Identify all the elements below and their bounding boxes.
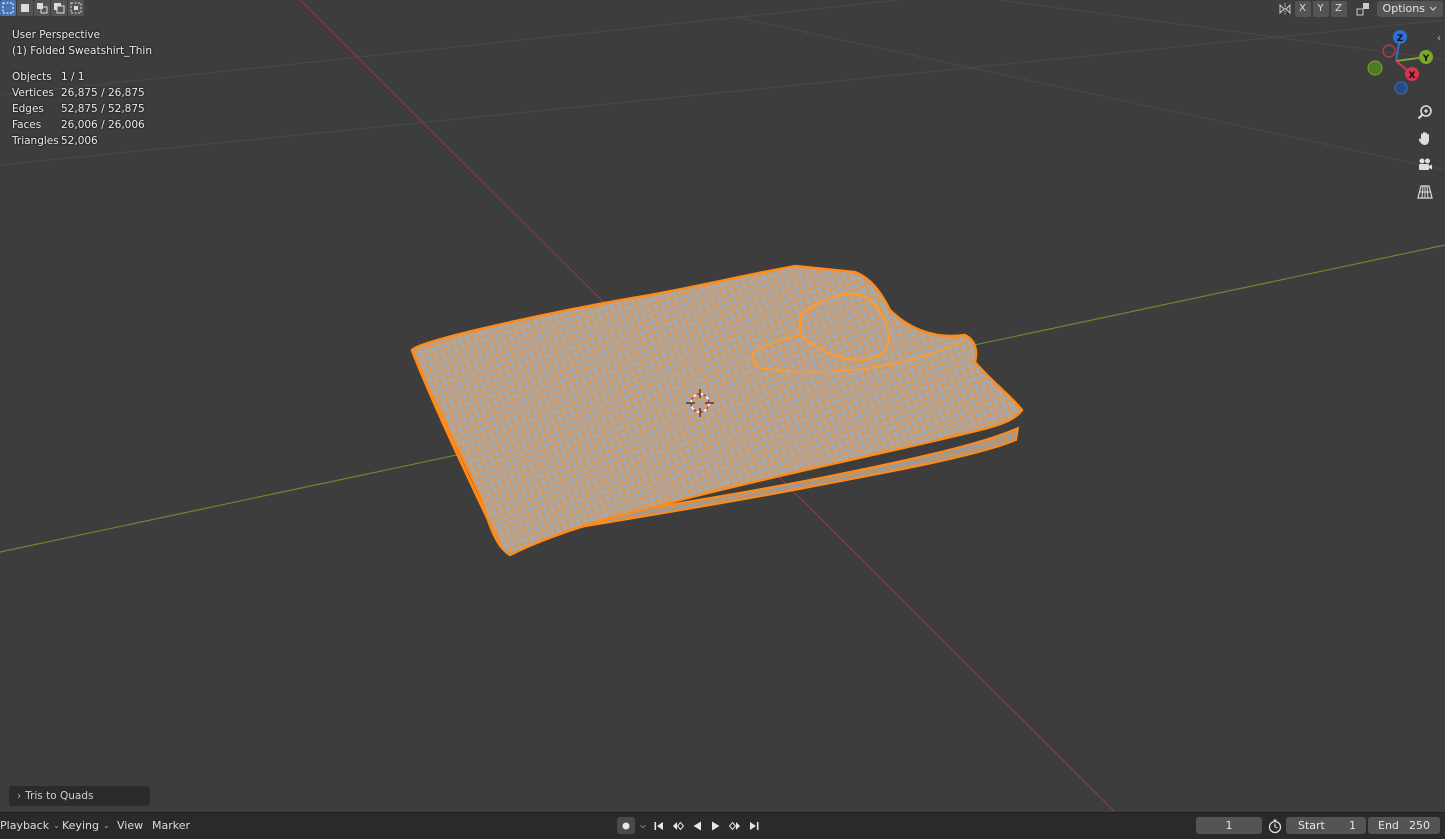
select-subtract-icon[interactable] bbox=[51, 0, 67, 16]
marker-menu[interactable]: Marker bbox=[152, 819, 190, 832]
stat-row-faces: Faces 26,006 / 26,006 bbox=[12, 119, 145, 131]
mirror-y-toggle[interactable]: Y bbox=[1312, 0, 1329, 17]
chevron-down-icon: ⌄ bbox=[53, 821, 60, 830]
options-label: Options bbox=[1382, 2, 1425, 15]
mirror-z-toggle[interactable]: Z bbox=[1330, 0, 1347, 17]
select-extend-icon[interactable] bbox=[34, 0, 50, 16]
stopwatch-icon[interactable] bbox=[1267, 818, 1283, 834]
floor-grid bbox=[0, 0, 1445, 171]
start-frame-field[interactable]: Start 1 bbox=[1286, 817, 1366, 834]
jump-to-start-icon[interactable] bbox=[651, 817, 667, 834]
pan-hand-icon[interactable] bbox=[1414, 127, 1436, 149]
scene-canvas[interactable] bbox=[0, 0, 1445, 812]
select-mode-toolbar bbox=[0, 0, 84, 17]
chevron-down-icon[interactable] bbox=[638, 817, 648, 834]
gizmo-neg-y bbox=[1367, 60, 1383, 76]
keying-menu[interactable]: Keying ⌄ bbox=[62, 819, 110, 832]
gizmo-x-label: X bbox=[1409, 71, 1416, 81]
auto-merge-icon[interactable] bbox=[1355, 1, 1371, 17]
stat-row-objects: Objects 1 / 1 bbox=[12, 71, 85, 83]
view-menu[interactable]: View bbox=[117, 819, 143, 832]
navigation-gizmo[interactable]: X Y Z bbox=[1360, 28, 1440, 98]
jump-to-end-icon[interactable] bbox=[746, 817, 762, 834]
chevron-down-icon bbox=[1429, 6, 1437, 11]
last-operator-panel[interactable]: › Tris to Quads bbox=[9, 786, 150, 806]
playback-controls bbox=[617, 817, 762, 834]
viewport-header-right: X Y Z Options bbox=[1277, 0, 1445, 17]
timeline-header: Playback ⌄ Keying ⌄ View Marker 1 Start … bbox=[0, 812, 1445, 839]
mirror-icon[interactable] bbox=[1277, 1, 1293, 17]
select-box-icon[interactable] bbox=[0, 0, 16, 16]
gizmo-y-label: Y bbox=[1422, 54, 1430, 64]
stat-row-vertices: Vertices 26,875 / 26,875 bbox=[12, 87, 145, 99]
previous-keyframe-icon[interactable] bbox=[670, 817, 686, 834]
view-name: User Perspective bbox=[12, 29, 101, 41]
next-keyframe-icon[interactable] bbox=[727, 817, 743, 834]
chevron-right-icon: › bbox=[17, 790, 22, 802]
perspective-grid-icon[interactable] bbox=[1414, 181, 1436, 203]
camera-view-icon[interactable] bbox=[1414, 154, 1436, 176]
gizmo-z-label: Z bbox=[1397, 34, 1404, 44]
end-frame-field[interactable]: End 250 bbox=[1368, 817, 1440, 834]
current-frame-field[interactable]: 1 bbox=[1196, 817, 1262, 834]
play-icon[interactable] bbox=[708, 817, 724, 834]
sweatshirt-mesh bbox=[410, 264, 1024, 557]
options-dropdown[interactable]: Options bbox=[1376, 0, 1443, 17]
scene-statistics: Objects 1 / 1 Vertices 26,875 / 26,875 Edg… bbox=[12, 69, 152, 149]
mirror-x-toggle[interactable]: X bbox=[1294, 0, 1311, 17]
zoom-icon[interactable] bbox=[1414, 101, 1436, 123]
3d-viewport[interactable]: User Perspective (1) Folded Sweatshirt_T… bbox=[0, 0, 1445, 812]
stat-row-edges: Edges 52,875 / 52,875 bbox=[12, 103, 145, 115]
play-reverse-icon[interactable] bbox=[689, 817, 705, 834]
object-name: (1) Folded Sweatshirt_Thin bbox=[12, 45, 152, 57]
stat-row-triangles: Triangles 52,006 bbox=[12, 135, 98, 147]
select-intersect-icon[interactable] bbox=[68, 0, 84, 16]
gizmo-neg-x bbox=[1382, 44, 1396, 58]
playback-menu[interactable]: Playback ⌄ bbox=[0, 819, 60, 832]
viewport-text-overlay: User Perspective (1) Folded Sweatshirt_T… bbox=[12, 27, 152, 149]
gizmo-neg-z bbox=[1394, 81, 1408, 95]
operator-label: Tris to Quads bbox=[25, 790, 94, 802]
chevron-down-icon: ⌄ bbox=[102, 821, 110, 830]
record-icon[interactable] bbox=[617, 817, 635, 834]
select-new-icon[interactable] bbox=[17, 0, 33, 16]
